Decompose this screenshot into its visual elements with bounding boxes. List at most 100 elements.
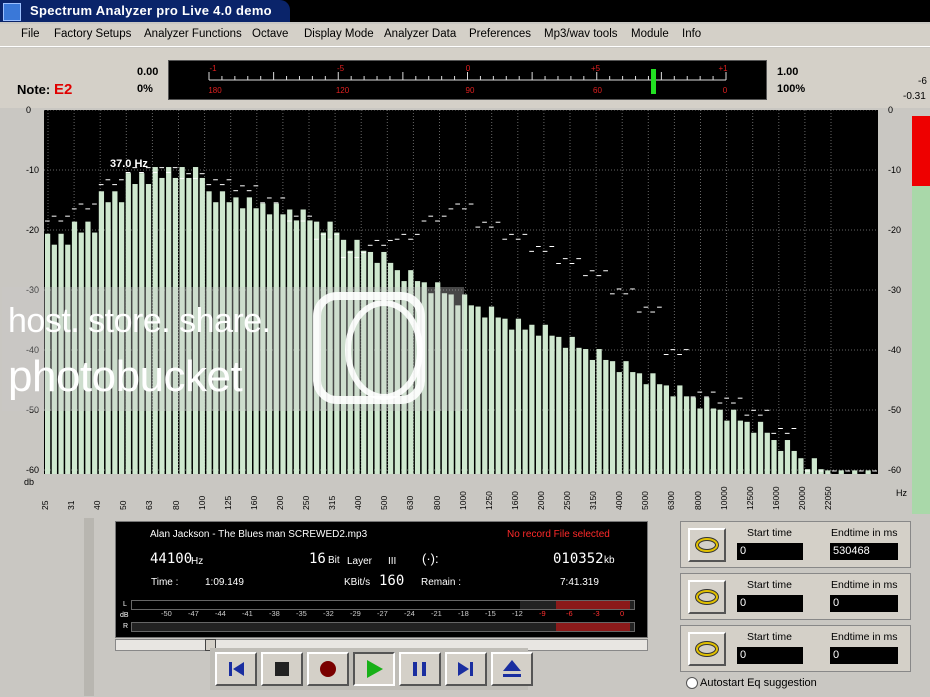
autostart-radio[interactable] bbox=[686, 677, 698, 689]
spectrum-bar bbox=[744, 421, 750, 474]
file-size: 010352 bbox=[553, 551, 604, 567]
tuner-degree-label: 180 bbox=[208, 86, 222, 95]
x-tick-label: 1250 bbox=[483, 491, 494, 510]
x-tick-label: 315 bbox=[327, 495, 338, 510]
tuner-offset-label: 0 bbox=[466, 64, 471, 73]
menu-mp3-wav-tools[interactable]: Mp3/wav tools bbox=[544, 28, 618, 40]
endtime-label: Endtime in ms bbox=[831, 631, 898, 643]
tuner-edge-top: -6 bbox=[918, 76, 927, 87]
start-time-field[interactable]: 0 bbox=[737, 647, 803, 664]
tuner-degree-label: 120 bbox=[336, 86, 350, 95]
spectrum-bar bbox=[811, 458, 817, 474]
vu-scale-label: -44 bbox=[215, 609, 226, 618]
x-tick-label: 630 bbox=[405, 495, 416, 510]
spectrum-bar bbox=[825, 470, 831, 474]
x-tick-label: 25 bbox=[40, 500, 50, 510]
endtime-field[interactable]: 0 bbox=[830, 647, 898, 664]
file-size-unit: kb bbox=[604, 555, 615, 566]
menu-module[interactable]: Module bbox=[631, 28, 669, 40]
loop-button-1[interactable] bbox=[688, 528, 726, 562]
vu-scale-label: -12 bbox=[512, 609, 523, 618]
spectrum-bar bbox=[636, 373, 643, 474]
loop-button-2[interactable] bbox=[688, 580, 726, 614]
menu-info[interactable]: Info bbox=[682, 28, 701, 40]
spectrum-bar bbox=[515, 318, 522, 474]
next-button[interactable] bbox=[445, 652, 487, 686]
spectrum-bar bbox=[583, 349, 589, 474]
spectrum-bar bbox=[495, 317, 501, 474]
stop-button[interactable] bbox=[261, 652, 303, 686]
spectrum-bar bbox=[589, 359, 596, 474]
vu-right-bar bbox=[131, 622, 635, 632]
vu-scale-label: -32 bbox=[323, 609, 334, 618]
spectrum-bar bbox=[670, 396, 676, 474]
spectrum-bar bbox=[488, 306, 495, 474]
spectrum-bar bbox=[657, 384, 663, 474]
x-tick-label: 400 bbox=[353, 495, 364, 510]
spectrum-bar bbox=[630, 372, 636, 474]
endtime-field[interactable]: 530468 bbox=[830, 543, 898, 560]
kbits-value: 160 bbox=[379, 573, 405, 589]
loop-button-3[interactable] bbox=[688, 632, 726, 666]
spectrum-bar bbox=[569, 336, 575, 474]
y-tick-left: -10 bbox=[26, 165, 40, 175]
spectrum-bar bbox=[475, 306, 481, 474]
eject-button[interactable] bbox=[491, 652, 533, 686]
spectrum-bar bbox=[764, 432, 770, 474]
vu-left-label: L bbox=[123, 601, 127, 608]
spectrum-bar bbox=[778, 450, 784, 474]
play-button[interactable] bbox=[353, 652, 395, 686]
vu-scale-label: -9 bbox=[539, 609, 546, 618]
start-time-field[interactable]: 0 bbox=[737, 543, 803, 560]
pause-button[interactable] bbox=[399, 652, 441, 686]
menu-analyzer-data[interactable]: Analyzer Data bbox=[384, 28, 456, 40]
sample-rate: 44100 bbox=[150, 551, 193, 567]
tuner-right-top: 1.00 bbox=[777, 66, 799, 78]
spectrum-bar bbox=[757, 421, 764, 474]
menu-factory-setups[interactable]: Factory Setups bbox=[54, 28, 131, 40]
x-tick-label: 100 bbox=[196, 495, 207, 510]
x-tick-label: 22050 bbox=[823, 486, 833, 510]
endtime-field[interactable]: 0 bbox=[830, 595, 898, 612]
y-tick-left: -60 bbox=[26, 465, 40, 475]
menu-display-mode[interactable]: Display Mode bbox=[304, 28, 374, 40]
vu-right-peak bbox=[556, 623, 630, 631]
y-tick-right: -30 bbox=[888, 285, 902, 295]
tuner-degree-label: 90 bbox=[466, 86, 475, 95]
previous-button[interactable] bbox=[215, 652, 257, 686]
spectrum-bar bbox=[784, 440, 791, 474]
x-tick-label: 5000 bbox=[640, 491, 651, 510]
vu-scale-label: -6 bbox=[566, 609, 573, 618]
record-button[interactable] bbox=[307, 652, 349, 686]
tuner-meter: -1 -5 0 +5 +1 180 120 90 60 0 bbox=[168, 60, 767, 100]
menu-preferences[interactable]: Preferences bbox=[469, 28, 531, 40]
stop-icon bbox=[275, 662, 289, 676]
menu-analyzer-functions[interactable]: Analyzer Functions bbox=[144, 28, 242, 40]
start-time-label: Start time bbox=[747, 631, 792, 643]
vu-scale-label: -47 bbox=[188, 609, 199, 618]
time-value: 1:09.149 bbox=[205, 577, 244, 588]
vu-scale-label: -50 bbox=[161, 609, 172, 618]
play-icon bbox=[367, 660, 383, 678]
x-tick-label: 250 bbox=[301, 495, 311, 510]
y-tick-left: 0 bbox=[26, 105, 32, 115]
track-info-panel: Alan Jackson - The Blues man SCREWED2.mp… bbox=[115, 521, 648, 638]
note-label: Note: bbox=[17, 82, 51, 97]
spectrum-bar bbox=[502, 318, 508, 474]
vu-scale-label: -29 bbox=[350, 609, 361, 618]
watermark-line1: host. store. share. bbox=[8, 302, 271, 340]
vu-scale-label: -27 bbox=[377, 609, 388, 618]
start-time-field[interactable]: 0 bbox=[737, 595, 803, 612]
skip-back-icon bbox=[229, 662, 244, 676]
spectrum-bar bbox=[650, 373, 656, 474]
menu-file[interactable]: File bbox=[21, 28, 40, 40]
menu-octave[interactable]: Octave bbox=[252, 28, 288, 40]
bit-depth: 16 bbox=[309, 551, 326, 567]
x-tick-label: 80 bbox=[170, 500, 181, 510]
track-filename: Alan Jackson - The Blues man SCREWED2.mp… bbox=[150, 529, 368, 540]
x-tick-label: 6300 bbox=[666, 491, 677, 510]
x-tick-label: 2500 bbox=[562, 491, 572, 510]
start-time-label: Start time bbox=[747, 527, 792, 539]
left-scrollbar[interactable] bbox=[84, 518, 94, 696]
autostart-label: Autostart Eq suggestion bbox=[700, 677, 817, 689]
